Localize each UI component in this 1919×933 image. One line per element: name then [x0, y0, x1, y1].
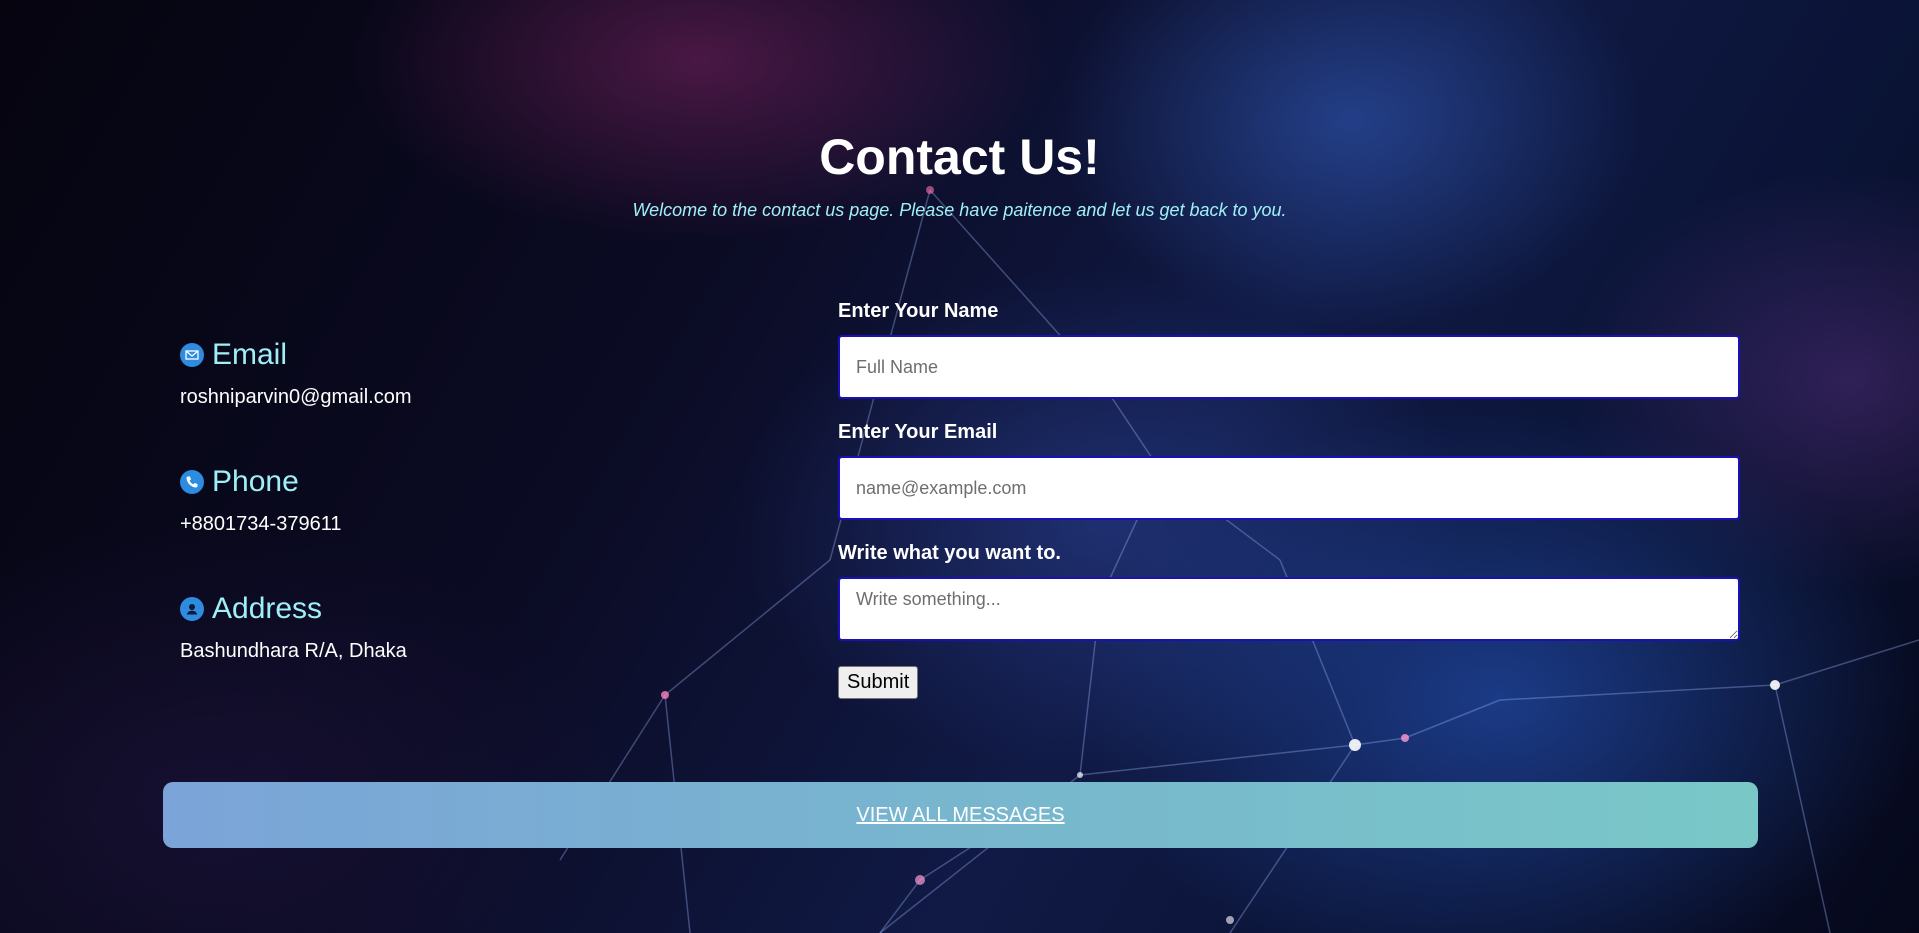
- contact-form: Enter Your Name Enter Your Email Write w…: [838, 300, 1740, 699]
- page-header: Contact Us! Welcome to the contact us pa…: [0, 128, 1919, 221]
- contact-phone-title: Phone: [212, 465, 299, 498]
- person-icon: [180, 597, 204, 621]
- page-subtitle: Welcome to the contact us page. Please h…: [632, 200, 1287, 220]
- phone-icon: [180, 470, 204, 494]
- contact-info-panel: Email roshniparvin0@gmail.com Phone +880…: [180, 338, 680, 719]
- envelope-icon: [180, 343, 204, 367]
- contact-phone-value: +8801734-379611: [180, 513, 342, 535]
- contact-email-heading: Email: [180, 338, 680, 372]
- view-messages-bar: VIEW ALL MESSAGES: [163, 782, 1758, 848]
- page-title: Contact Us!: [819, 129, 1100, 185]
- contact-email-title: Email: [212, 338, 288, 371]
- name-input[interactable]: [838, 335, 1740, 399]
- email-input[interactable]: [838, 456, 1740, 520]
- contact-address-title: Address: [212, 592, 323, 625]
- view-all-messages-link[interactable]: VIEW ALL MESSAGES: [856, 804, 1064, 827]
- contact-address-heading: Address: [180, 592, 680, 626]
- contact-email-value: roshniparvin0@gmail.com: [180, 386, 412, 408]
- submit-button[interactable]: Submit: [838, 666, 919, 699]
- contact-address-block: Address Bashundhara R/A, Dhaka: [180, 592, 680, 663]
- email-field-label: Enter Your Email: [838, 421, 998, 443]
- contact-phone-block: Phone +8801734-379611: [180, 465, 680, 536]
- message-textarea[interactable]: [838, 577, 1740, 641]
- contact-address-value: Bashundhara R/A, Dhaka: [180, 640, 407, 662]
- name-field-label: Enter Your Name: [838, 300, 999, 322]
- contact-email-block: Email roshniparvin0@gmail.com: [180, 338, 680, 409]
- contact-phone-heading: Phone: [180, 465, 680, 499]
- message-field-label: Write what you want to.: [838, 542, 1061, 564]
